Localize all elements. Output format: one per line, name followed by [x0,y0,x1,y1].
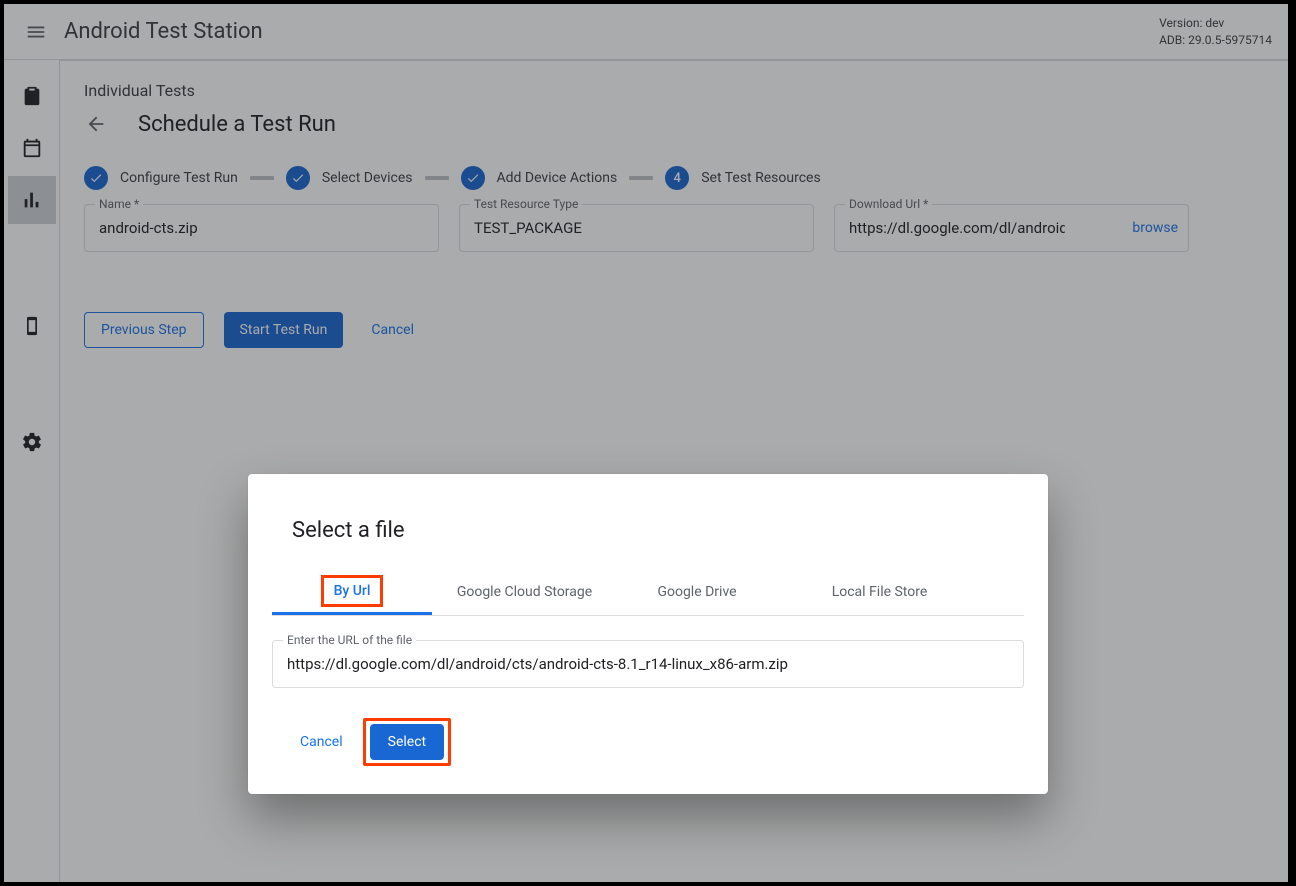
tab-label: Google Drive [647,579,746,605]
file-url-label: Enter the URL of the file [283,633,416,647]
dialog-title: Select a file [292,518,1004,543]
select-file-dialog: Select a file By Url Google Cloud Storag… [248,474,1048,794]
file-url-input[interactable] [285,654,1011,674]
tab-local-file-store[interactable]: Local File Store [777,569,982,615]
dialog-actions: Cancel Select [292,718,1004,766]
highlight-box: Select [363,718,451,766]
tab-label: By Url [321,575,384,607]
tab-label: Google Cloud Storage [447,579,602,605]
file-url-field[interactable]: Enter the URL of the file [272,640,1024,688]
tab-google-drive[interactable]: Google Drive [617,569,777,615]
dialog-tabs: By Url Google Cloud Storage Google Drive… [272,569,1024,616]
dialog-select-button[interactable]: Select [370,724,444,760]
tab-gcs[interactable]: Google Cloud Storage [432,569,617,615]
dialog-cancel-button[interactable]: Cancel [292,724,351,760]
tab-by-url[interactable]: By Url [272,569,432,615]
tab-label: Local File Store [822,579,938,605]
